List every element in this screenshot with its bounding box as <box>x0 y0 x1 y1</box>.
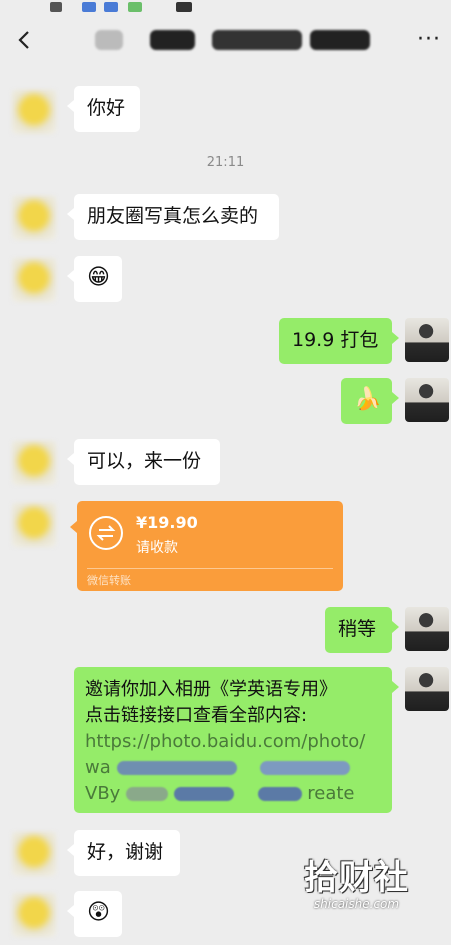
status-icon <box>128 2 142 12</box>
contact-avatar[interactable] <box>12 258 56 302</box>
emoji-bubble[interactable]: 🍌 <box>341 378 399 424</box>
my-avatar[interactable] <box>405 607 449 651</box>
redaction-mark <box>116 761 237 775</box>
contact-name-redacted <box>212 30 302 50</box>
grin-emoji-icon: 😁 <box>87 265 110 290</box>
message-bubble[interactable]: 稍等 <box>325 607 399 653</box>
message-bubble[interactable]: 可以，来一份 <box>67 439 220 485</box>
status-bar <box>0 0 451 18</box>
emoji-bubble[interactable]: 😁 <box>67 256 122 302</box>
status-icon <box>82 2 96 12</box>
invite-link[interactable]: https://photo.baidu.com/photo/ <box>85 729 381 755</box>
status-icon <box>176 2 192 12</box>
contact-name-redacted <box>150 30 195 50</box>
invite-line: 邀请你加入相册《学英语专用》 <box>85 679 337 700</box>
transfer-footer: 微信转账 <box>87 574 131 587</box>
contact-avatar[interactable] <box>12 441 56 485</box>
my-avatar[interactable] <box>405 378 449 422</box>
contact-avatar[interactable] <box>12 90 56 134</box>
watermark-url: shicaishe.com <box>313 897 400 911</box>
contact-name-redacted <box>95 30 123 50</box>
my-avatar[interactable] <box>405 318 449 362</box>
redaction-mark <box>260 761 351 775</box>
message-text: 19.9 打包 <box>292 329 379 351</box>
banana-emoji-icon: 🍌 <box>354 387 382 412</box>
message-text: 你好 <box>87 97 126 119</box>
emoji-bubble[interactable]: 😲 <box>67 891 122 937</box>
album-invite-bubble[interactable]: 邀请你加入相册《学英语专用》 点击链接接口查看全部内容: https://pho… <box>74 667 399 813</box>
message-bubble[interactable]: 朋友圈写真怎么卖的 <box>67 194 279 240</box>
invite-link-fragment: reate <box>307 783 355 804</box>
site-watermark: 拾财社 shicaishe.com <box>304 850 409 911</box>
chat-header: ··· <box>0 18 451 62</box>
transfer-amount: ¥19.90 <box>136 513 198 532</box>
contact-avatar[interactable] <box>12 503 56 547</box>
redaction-mark <box>257 787 302 801</box>
contact-avatar[interactable] <box>12 832 56 876</box>
invite-link-fragment: VBy <box>85 783 121 804</box>
invite-link-redacted[interactable]: VBy reate <box>85 781 381 807</box>
message-text: 可以，来一份 <box>87 450 202 472</box>
message-text: 稍等 <box>338 618 377 640</box>
transfer-arrows-icon <box>89 516 123 550</box>
contact-name-redacted <box>310 30 370 50</box>
invite-link-fragment: wa <box>85 757 111 778</box>
message-timestamp: 21:11 <box>206 155 245 170</box>
message-text: 好，谢谢 <box>87 841 164 863</box>
contact-avatar[interactable] <box>12 196 56 240</box>
shocked-emoji-icon: 😲 <box>87 900 110 925</box>
watermark-logo-text: 拾财社 <box>304 858 409 898</box>
transfer-card[interactable]: ¥19.90 请收款 微信转账 <box>70 501 343 591</box>
status-icon <box>104 2 118 12</box>
divider <box>87 568 333 569</box>
status-icon <box>50 2 62 12</box>
redaction-mark <box>126 787 169 801</box>
more-options-icon[interactable]: ··· <box>417 29 441 51</box>
redaction-mark <box>173 787 234 801</box>
invite-link-redacted[interactable]: wa <box>85 755 381 781</box>
message-bubble[interactable]: 你好 <box>67 86 140 132</box>
my-avatar[interactable] <box>405 667 449 711</box>
transfer-note: 请收款 <box>136 540 178 556</box>
message-bubble[interactable]: 19.9 打包 <box>279 318 399 364</box>
contact-avatar[interactable] <box>12 893 56 937</box>
message-bubble[interactable]: 好，谢谢 <box>67 830 180 876</box>
invite-line: 点击链接接口查看全部内容: <box>85 705 308 726</box>
back-arrow-icon[interactable] <box>14 28 34 52</box>
message-text: 朋友圈写真怎么卖的 <box>87 205 259 227</box>
